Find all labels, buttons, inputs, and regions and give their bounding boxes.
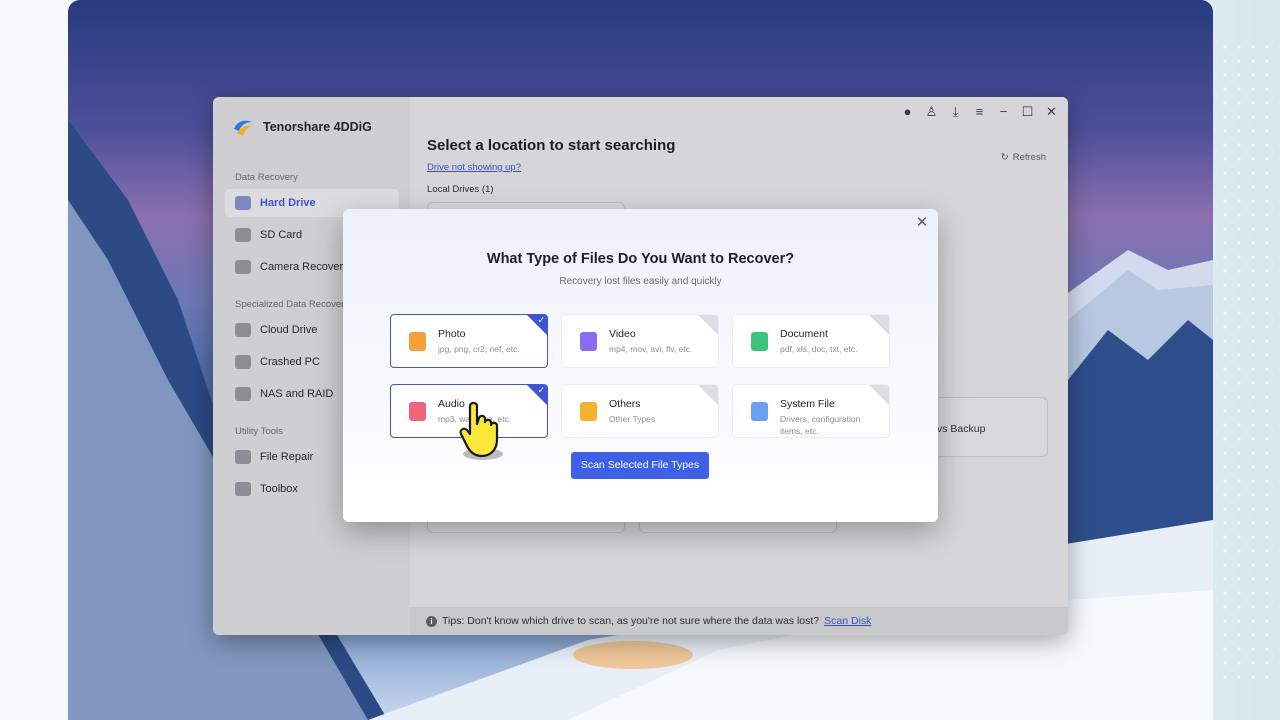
sidebar-item-label: Cloud Drive — [260, 324, 318, 336]
camera-icon — [235, 260, 251, 274]
scan-selected-button[interactable]: Scan Selected File Types — [571, 452, 709, 479]
minimize-icon[interactable]: − — [997, 105, 1010, 118]
info-icon: i — [426, 615, 437, 627]
check-icon: ✓ — [537, 315, 545, 325]
file-type-desc: Other Types — [609, 414, 656, 424]
file-type-name: Others — [609, 398, 641, 410]
selection-corner — [869, 315, 889, 335]
cloud-icon — [235, 323, 251, 337]
bot-icon[interactable]: ● — [901, 105, 914, 118]
hand-cursor-icon — [459, 401, 503, 460]
sidebar-item-label: Hard Drive — [260, 197, 316, 209]
modal-title: What Type of Files Do You Want to Recove… — [486, 251, 795, 267]
windows-backup-label: vs Backup — [937, 423, 986, 435]
titlebar-controls: ● ♙ ⤓ ≡ − ☐ ✕ — [901, 105, 1058, 118]
file-type-desc: jpg, png, cr2, nef, etc. — [438, 344, 520, 354]
selection-corner — [869, 385, 889, 405]
file-type-photo[interactable]: ✓ Photo jpg, png, cr2, nef, etc. — [390, 314, 548, 368]
toolbox-icon — [235, 482, 251, 496]
document-icon — [751, 332, 768, 351]
maximize-icon[interactable]: ☐ — [1021, 105, 1034, 118]
file-type-name: System File — [780, 398, 835, 410]
file-type-desc: pdf, xls, doc, txt, etc. — [780, 344, 858, 354]
sd-card-icon — [235, 228, 251, 242]
download-icon[interactable]: ⤓ — [949, 105, 962, 118]
local-drives-label: Local Drives (1) — [427, 184, 494, 195]
system-file-icon — [751, 402, 768, 421]
selection-corner — [698, 315, 718, 335]
section-label-utility-tools: Utility Tools — [235, 426, 283, 437]
brand: Tenorshare 4DDiG — [231, 115, 372, 139]
tips-bar: i Tips: Don't know which drive to scan, … — [410, 607, 1068, 635]
crashed-pc-icon — [235, 355, 251, 369]
page-title: Select a location to start searching — [427, 137, 676, 154]
file-type-name: Video — [609, 328, 636, 340]
scan-disk-link[interactable]: Scan Disk — [824, 615, 871, 627]
sidebar-item-label: Camera Recovery — [260, 261, 349, 273]
hard-drive-icon — [235, 196, 251, 210]
audio-icon — [409, 402, 426, 421]
video-icon — [580, 332, 597, 351]
file-type-document[interactable]: Document pdf, xls, doc, txt, etc. — [732, 314, 890, 368]
file-repair-icon — [235, 450, 251, 464]
refresh-button[interactable]: ↻ Refresh — [1001, 152, 1046, 163]
sidebar-item-label: NAS and RAID — [260, 388, 334, 400]
brand-name: Tenorshare 4DDiG — [263, 120, 372, 134]
drive-not-showing-link[interactable]: Drive not showing up? — [427, 162, 521, 173]
file-type-modal: ✕ What Type of Files Do You Want to Reco… — [343, 209, 938, 522]
file-type-name: Photo — [438, 328, 466, 340]
sidebar-item-label: Toolbox — [260, 483, 298, 495]
selection-corner — [698, 385, 718, 405]
file-type-desc: Drivers, configuration items, etc. — [780, 414, 861, 436]
photo-icon — [409, 332, 426, 351]
sidebar-item-label: SD Card — [260, 229, 303, 241]
tips-text: Tips: Don't know which drive to scan, as… — [442, 615, 820, 627]
file-type-others[interactable]: Others Other Types — [561, 384, 719, 438]
file-type-name: Document — [780, 328, 828, 340]
modal-subtitle: Recovery lost files easily and quickly — [559, 276, 722, 287]
modal-close-icon[interactable]: ✕ — [914, 213, 930, 231]
refresh-icon: ↻ — [1000, 152, 1009, 163]
section-label-specialized: Specialized Data Recovery — [235, 299, 350, 310]
nas-icon — [235, 387, 251, 401]
file-type-system-file[interactable]: System File Drivers, configuration items… — [732, 384, 890, 438]
file-type-video[interactable]: Video mp4, mov, avi, flv, etc. — [561, 314, 719, 368]
user-icon[interactable]: ♙ — [925, 105, 938, 118]
refresh-label: Refresh — [1012, 152, 1046, 163]
menu-icon[interactable]: ≡ — [973, 105, 986, 118]
sidebar-item-label: Crashed PC — [260, 356, 320, 368]
file-type-desc: mp4, mov, avi, flv, etc. — [609, 344, 693, 354]
close-icon[interactable]: ✕ — [1045, 105, 1058, 118]
others-icon — [580, 402, 597, 421]
sidebar-item-label: File Repair — [260, 451, 314, 463]
section-label-data-recovery: Data Recovery — [235, 172, 298, 183]
check-icon: ✓ — [537, 385, 545, 395]
brand-logo-icon — [234, 120, 252, 136]
